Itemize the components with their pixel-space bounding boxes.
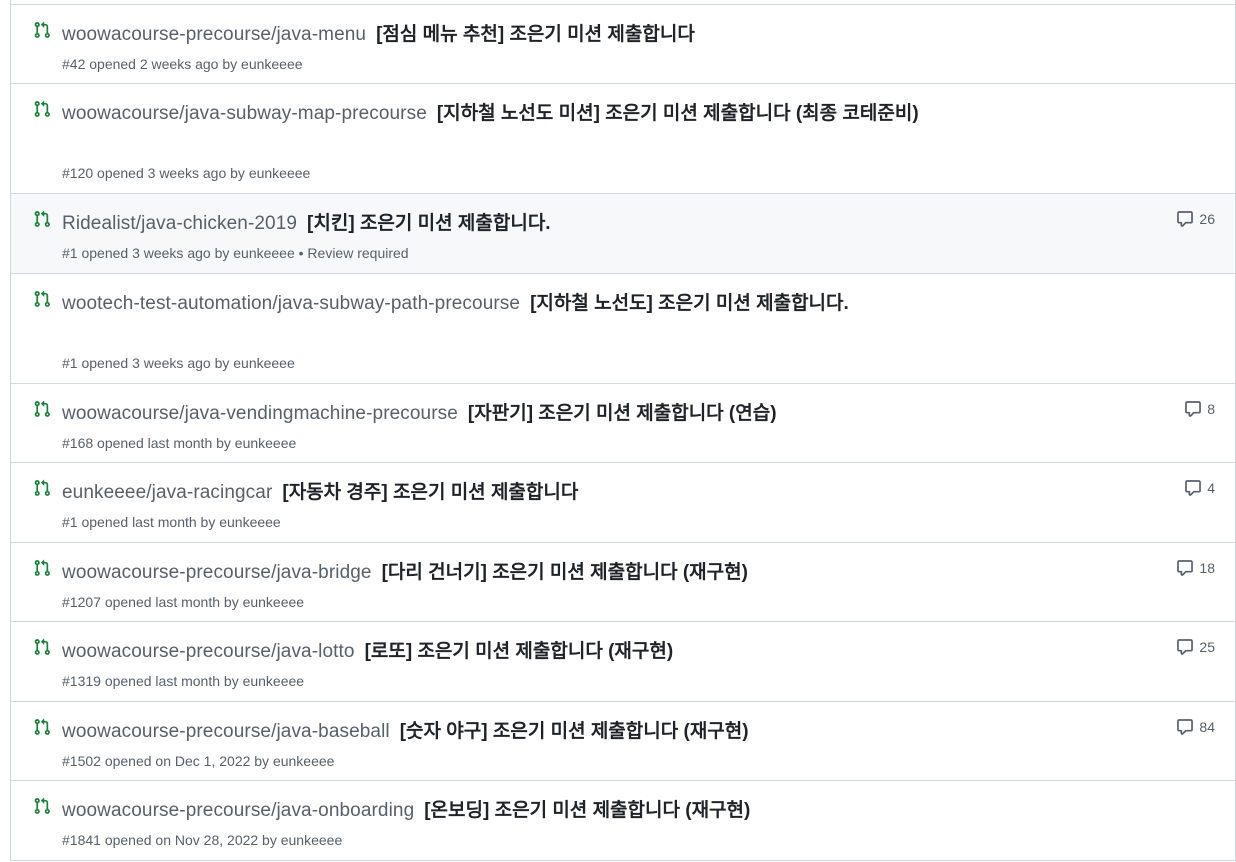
pull-request-open-icon xyxy=(33,718,51,736)
repository-link[interactable]: woowacourse-precourse/java-lotto xyxy=(62,641,355,662)
pull-request-meta: #1 opened 3 weeks ago by eunkeeee • Revi… xyxy=(62,245,409,261)
pull-request-meta: #1 opened 3 weeks ago by eunkeeee xyxy=(62,355,295,371)
comment-count: 18 xyxy=(1199,560,1215,576)
pull-request-title-line: wootech-test-automation/java-subway-path… xyxy=(62,289,932,319)
comment-icon xyxy=(1176,718,1194,736)
comment-count: 4 xyxy=(1207,480,1215,496)
pull-request-open-icon xyxy=(33,210,51,228)
comment-count: 84 xyxy=(1199,719,1215,735)
comment-count: 26 xyxy=(1199,211,1215,227)
comment-icon xyxy=(1176,210,1194,228)
pull-request-open-icon xyxy=(33,290,51,308)
pull-request-row: woowacourse/java-vendingmachine-precours… xyxy=(11,384,1235,463)
comment-count: 8 xyxy=(1207,401,1215,417)
pull-request-meta: #1 opened last month by eunkeeee xyxy=(62,514,281,530)
pull-request-title-link[interactable]: [로또] 조은기 미션 제출합니다 (재구현) xyxy=(365,641,674,662)
pull-request-title-link[interactable]: [자동차 경주] 조은기 미션 제출합니다 xyxy=(282,482,578,503)
pull-request-row: woowacourse-precourse/java-baseball [숫자 야… xyxy=(11,702,1235,781)
comments-link[interactable]: 4 xyxy=(1184,479,1215,497)
comment-icon xyxy=(1176,559,1194,577)
pull-request-meta: #1207 opened last month by eunkeeee xyxy=(62,594,305,610)
pull-request-row: woowacourse/java-subway-map-precourse [지하… xyxy=(11,84,1235,194)
pull-request-title-link[interactable]: [점심 메뉴 추천] 조은기 미션 제출합니다 xyxy=(376,24,695,45)
pull-request-title-line: woowacourse-precourse/java-menu [점심 메뉴 추천… xyxy=(62,20,932,50)
pull-request-title-line: woowacourse-precourse/java-onboarding [온보… xyxy=(62,796,932,826)
comments-link[interactable]: 8 xyxy=(1184,400,1215,418)
pull-request-open-icon xyxy=(33,21,51,39)
comments-link[interactable]: 26 xyxy=(1176,210,1215,228)
repository-link[interactable]: wootech-test-automation/java-subway-path… xyxy=(62,293,520,314)
pull-request-title-link[interactable]: [숫자 야구] 조은기 미션 제출합니다 (재구현) xyxy=(400,721,749,742)
repository-link[interactable]: Ridealist/java-chicken-2019 xyxy=(62,213,297,234)
repository-link[interactable]: eunkeeee/java-racingcar xyxy=(62,482,272,503)
pull-request-title-line: woowacourse/java-subway-map-precourse [지하… xyxy=(62,99,932,129)
repository-link[interactable]: woowacourse-precourse/java-baseball xyxy=(62,721,390,742)
pull-request-row: woowacourse-precourse/java-menu [점심 메뉴 추천… xyxy=(11,4,1235,84)
pull-request-list: woowacourse-precourse/java-menu [점심 메뉴 추천… xyxy=(10,0,1236,861)
pull-request-title-line: woowacourse/java-vendingmachine-precours… xyxy=(62,399,932,429)
repository-link[interactable]: woowacourse-precourse/java-onboarding xyxy=(62,800,414,821)
repository-link[interactable]: woowacourse/java-vendingmachine-precours… xyxy=(62,403,458,424)
pull-request-open-icon xyxy=(33,400,51,418)
pull-request-title-line: woowacourse-precourse/java-lotto [로또] 조은기… xyxy=(62,637,932,667)
pull-request-meta: #1502 opened on Dec 1, 2022 by eunkeeee xyxy=(62,753,335,769)
comments-link[interactable]: 25 xyxy=(1176,638,1215,656)
pull-request-row: Ridealist/java-chicken-2019 [치킨] 조은기 미션 제… xyxy=(11,194,1235,274)
pull-request-title-line: eunkeeee/java-racingcar [자동차 경주] 조은기 미션 제… xyxy=(62,478,932,508)
comment-icon xyxy=(1184,479,1202,497)
pull-request-title-link[interactable]: [지하철 노선도] 조은기 미션 제출합니다. xyxy=(530,293,849,314)
comments-link[interactable]: 84 xyxy=(1176,718,1215,736)
pull-request-row: woowacourse-precourse/java-lotto [로또] 조은기… xyxy=(11,622,1235,702)
pull-request-row: woowacourse-precourse/java-bridge [다리 건너기… xyxy=(11,543,1235,622)
comment-count: 25 xyxy=(1199,639,1215,655)
pull-request-open-icon xyxy=(33,100,51,118)
pull-request-row: eunkeeee/java-racingcar [자동차 경주] 조은기 미션 제… xyxy=(11,463,1235,543)
comments-link[interactable]: 18 xyxy=(1176,559,1215,577)
pull-request-title-link[interactable]: [자판기] 조은기 미션 제출합니다 (연습) xyxy=(468,403,777,424)
pull-request-meta: #120 opened 3 weeks ago by eunkeeee xyxy=(62,165,311,181)
pull-request-meta: #1841 opened on Nov 28, 2022 by eunkeeee xyxy=(62,832,343,848)
pull-request-open-icon xyxy=(33,797,51,815)
pull-request-open-icon xyxy=(33,559,51,577)
pull-request-meta: #1319 opened last month by eunkeeee xyxy=(62,673,305,689)
repository-link[interactable]: woowacourse-precourse/java-menu xyxy=(62,24,366,45)
pull-request-open-icon xyxy=(33,638,51,656)
pull-request-title-line: Ridealist/java-chicken-2019 [치킨] 조은기 미션 제… xyxy=(62,209,932,239)
pull-request-title-link[interactable]: [지하철 노선도 미션] 조은기 미션 제출합니다 (최종 코테준비) xyxy=(437,103,919,124)
repository-link[interactable]: woowacourse-precourse/java-bridge xyxy=(62,562,372,583)
pull-request-open-icon xyxy=(33,479,51,497)
repository-link[interactable]: woowacourse/java-subway-map-precourse xyxy=(62,103,427,124)
pull-request-title-link[interactable]: [온보딩] 조은기 미션 제출합니다 (재구현) xyxy=(424,800,750,821)
pull-request-row: wootech-test-automation/java-subway-path… xyxy=(11,274,1235,384)
comment-icon xyxy=(1176,638,1194,656)
pull-request-meta: #42 opened 2 weeks ago by eunkeeee xyxy=(62,56,303,72)
pull-request-title-line: woowacourse-precourse/java-baseball [숫자 야… xyxy=(62,717,932,747)
pull-request-title-link[interactable]: [다리 건너기] 조은기 미션 제출합니다 (재구현) xyxy=(382,562,748,583)
pull-request-row: woowacourse-precourse/java-onboarding [온보… xyxy=(11,781,1235,861)
pull-request-title-line: woowacourse-precourse/java-bridge [다리 건너기… xyxy=(62,558,932,588)
pull-request-title-link[interactable]: [치킨] 조은기 미션 제출합니다. xyxy=(307,213,551,234)
pull-request-meta: #168 opened last month by eunkeeee xyxy=(62,435,297,451)
comment-icon xyxy=(1184,400,1202,418)
